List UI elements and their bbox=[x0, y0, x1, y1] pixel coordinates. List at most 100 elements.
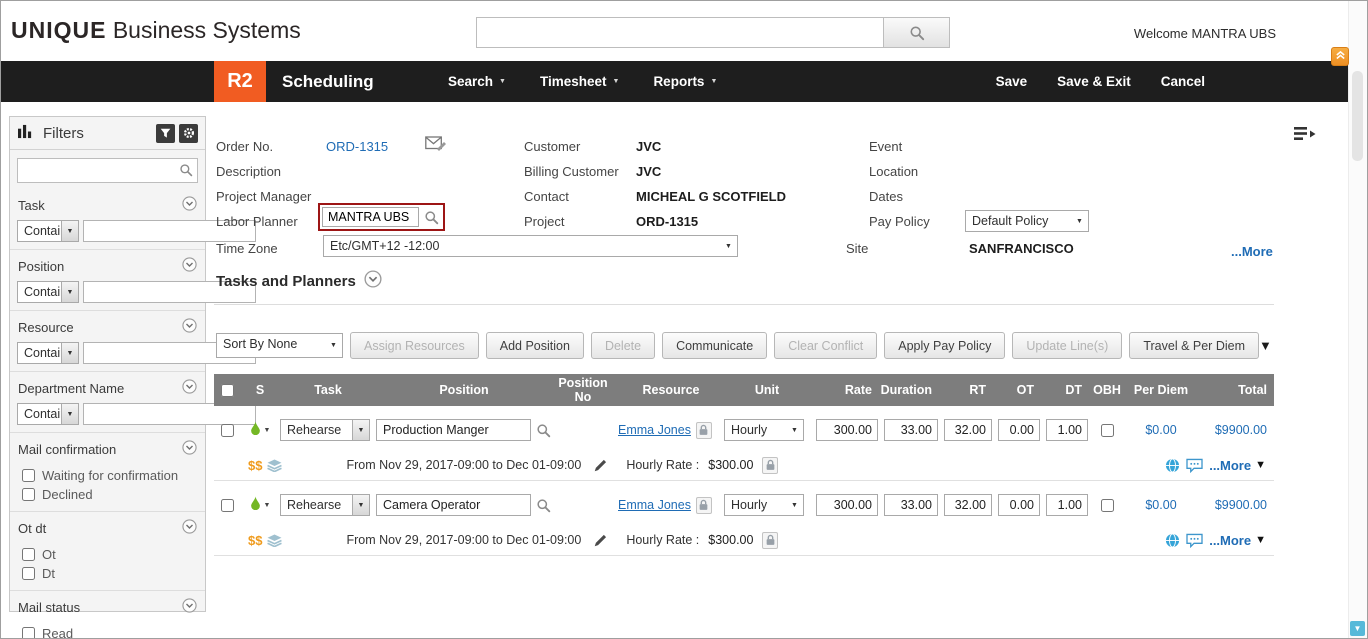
cancel-button[interactable]: Cancel bbox=[1161, 74, 1205, 89]
global-search-input[interactable] bbox=[476, 17, 884, 48]
nav-menu-reports[interactable]: Reports▼ bbox=[653, 74, 717, 89]
email-icon[interactable] bbox=[425, 136, 447, 157]
delete-button[interactable]: Delete bbox=[591, 332, 655, 359]
nav-menu-search[interactable]: Search▼ bbox=[448, 74, 506, 89]
pay-rate-icon[interactable]: $$ bbox=[248, 533, 262, 548]
chevron-down-icon[interactable] bbox=[182, 519, 197, 537]
travel-per-diem-button[interactable]: Travel & Per Diem bbox=[1129, 332, 1259, 359]
chevron-down-icon[interactable] bbox=[182, 379, 197, 397]
chevron-down-icon[interactable]: ▼ bbox=[1255, 459, 1266, 471]
rt-input[interactable] bbox=[944, 494, 992, 516]
task-select[interactable]: Rehearse▼ bbox=[280, 494, 370, 516]
pay-rate-icon[interactable]: $$ bbox=[248, 458, 262, 473]
time-zone-select[interactable]: Etc/GMT+12 -12:00▼ bbox=[323, 235, 738, 257]
per-diem-value[interactable]: $0.00 bbox=[1145, 498, 1176, 512]
side-panel-toggle-icon[interactable] bbox=[1293, 125, 1317, 148]
status-caret-icon[interactable]: ▼ bbox=[264, 427, 271, 434]
chevron-down-icon[interactable] bbox=[182, 257, 197, 275]
global-search-button[interactable] bbox=[884, 17, 950, 48]
edit-schedule-icon[interactable] bbox=[594, 534, 607, 547]
waiting-for-confirmation-checkbox[interactable] bbox=[22, 469, 35, 482]
apply-pay-policy-button[interactable]: Apply Pay Policy bbox=[884, 332, 1005, 359]
global-search bbox=[476, 17, 950, 48]
duration-input[interactable] bbox=[884, 419, 938, 441]
chevron-down-icon[interactable] bbox=[182, 196, 197, 214]
save-button[interactable]: Save bbox=[996, 74, 1028, 89]
resource-link[interactable]: Emma Jones bbox=[618, 423, 691, 437]
nav-menu-timesheet[interactable]: Timesheet▼ bbox=[540, 74, 619, 89]
chevron-down-icon[interactable] bbox=[182, 598, 197, 616]
task-select[interactable]: Rehearse▼ bbox=[280, 419, 370, 441]
assign-resources-button[interactable]: Assign Resources bbox=[350, 332, 479, 359]
update-lines-button[interactable]: Update Line(s) bbox=[1012, 332, 1122, 359]
ot-input[interactable] bbox=[998, 494, 1040, 516]
ot-input[interactable] bbox=[998, 419, 1040, 441]
duration-input[interactable] bbox=[884, 494, 938, 516]
labor-planner-input[interactable] bbox=[322, 207, 419, 227]
chevron-down-icon[interactable] bbox=[182, 440, 197, 458]
obh-checkbox[interactable] bbox=[1101, 499, 1114, 512]
obh-checkbox[interactable] bbox=[1101, 424, 1114, 437]
add-position-button[interactable]: Add Position bbox=[486, 332, 584, 359]
chat-icon[interactable] bbox=[1186, 533, 1203, 548]
operator-select[interactable]: Contain▼ bbox=[17, 403, 79, 425]
order-no-value[interactable]: ORD-1315 bbox=[326, 139, 388, 154]
chat-icon[interactable] bbox=[1186, 458, 1203, 473]
sort-by-select[interactable]: Sort By None▼ bbox=[216, 333, 343, 358]
read-checkbox[interactable] bbox=[22, 627, 35, 639]
funnel-icon[interactable] bbox=[156, 124, 175, 143]
form-more-link[interactable]: ...More bbox=[1231, 244, 1273, 259]
pay-policy-select[interactable]: Default Policy▼ bbox=[965, 210, 1089, 232]
status-drop-icon[interactable] bbox=[250, 496, 261, 515]
chevron-down-icon[interactable]: ▼ bbox=[1255, 534, 1266, 546]
dt-input[interactable] bbox=[1046, 494, 1088, 516]
position-input[interactable] bbox=[376, 494, 531, 516]
communication-icon[interactable] bbox=[1165, 533, 1180, 548]
filter-section-position: Position Contain▼ bbox=[10, 249, 205, 310]
row-checkbox[interactable] bbox=[221, 499, 234, 512]
unit-select[interactable]: Hourly▼ bbox=[724, 494, 804, 516]
select-all-checkbox[interactable] bbox=[221, 384, 234, 397]
rt-input[interactable] bbox=[944, 419, 992, 441]
unit-select[interactable]: Hourly▼ bbox=[724, 419, 804, 441]
chevron-down-icon[interactable] bbox=[182, 318, 197, 336]
layers-icon[interactable] bbox=[267, 459, 282, 472]
gear-icon[interactable] bbox=[179, 124, 198, 143]
vertical-scrollbar[interactable] bbox=[1348, 1, 1367, 638]
status-caret-icon[interactable]: ▼ bbox=[264, 502, 271, 509]
rate-input[interactable] bbox=[816, 419, 878, 441]
search-icon[interactable] bbox=[536, 498, 551, 513]
columns-icon[interactable] bbox=[17, 124, 34, 142]
r2-brand-logo[interactable]: R2 bbox=[214, 61, 266, 102]
toolbar-expand-caret[interactable]: ▼ bbox=[1259, 338, 1272, 353]
row-checkbox[interactable] bbox=[221, 424, 234, 437]
operator-select[interactable]: Contain▼ bbox=[17, 220, 79, 242]
declined-checkbox[interactable] bbox=[22, 488, 35, 501]
chevron-down-icon[interactable] bbox=[364, 270, 382, 292]
collapse-header-button[interactable] bbox=[1331, 47, 1349, 66]
task-row: ▼ Rehearse▼ Emma Jones Hourly▼ bbox=[214, 481, 1274, 556]
row-more-link[interactable]: ...More bbox=[1209, 533, 1251, 548]
communication-icon[interactable] bbox=[1165, 458, 1180, 473]
communicate-button[interactable]: Communicate bbox=[662, 332, 767, 359]
operator-select[interactable]: Contain▼ bbox=[17, 342, 79, 364]
position-input[interactable] bbox=[376, 419, 531, 441]
resource-link[interactable]: Emma Jones bbox=[618, 498, 691, 512]
operator-select[interactable]: Contain▼ bbox=[17, 281, 79, 303]
clear-conflict-button[interactable]: Clear Conflict bbox=[774, 332, 877, 359]
layers-icon[interactable] bbox=[267, 534, 282, 547]
dt-input[interactable] bbox=[1046, 419, 1088, 441]
scrollbar-thumb[interactable] bbox=[1352, 71, 1363, 161]
ot-checkbox[interactable] bbox=[22, 548, 35, 561]
edit-schedule-icon[interactable] bbox=[594, 459, 607, 472]
save-exit-button[interactable]: Save & Exit bbox=[1057, 74, 1131, 89]
search-icon[interactable] bbox=[536, 423, 551, 438]
status-drop-icon[interactable] bbox=[250, 421, 261, 440]
per-diem-value[interactable]: $0.00 bbox=[1145, 423, 1176, 437]
filters-search-input[interactable] bbox=[17, 158, 198, 183]
dt-checkbox[interactable] bbox=[22, 567, 35, 580]
search-icon[interactable] bbox=[424, 210, 439, 225]
rate-input[interactable] bbox=[816, 494, 878, 516]
row-more-link[interactable]: ...More bbox=[1209, 458, 1251, 473]
scroll-down-button[interactable]: ▼ bbox=[1350, 621, 1365, 636]
